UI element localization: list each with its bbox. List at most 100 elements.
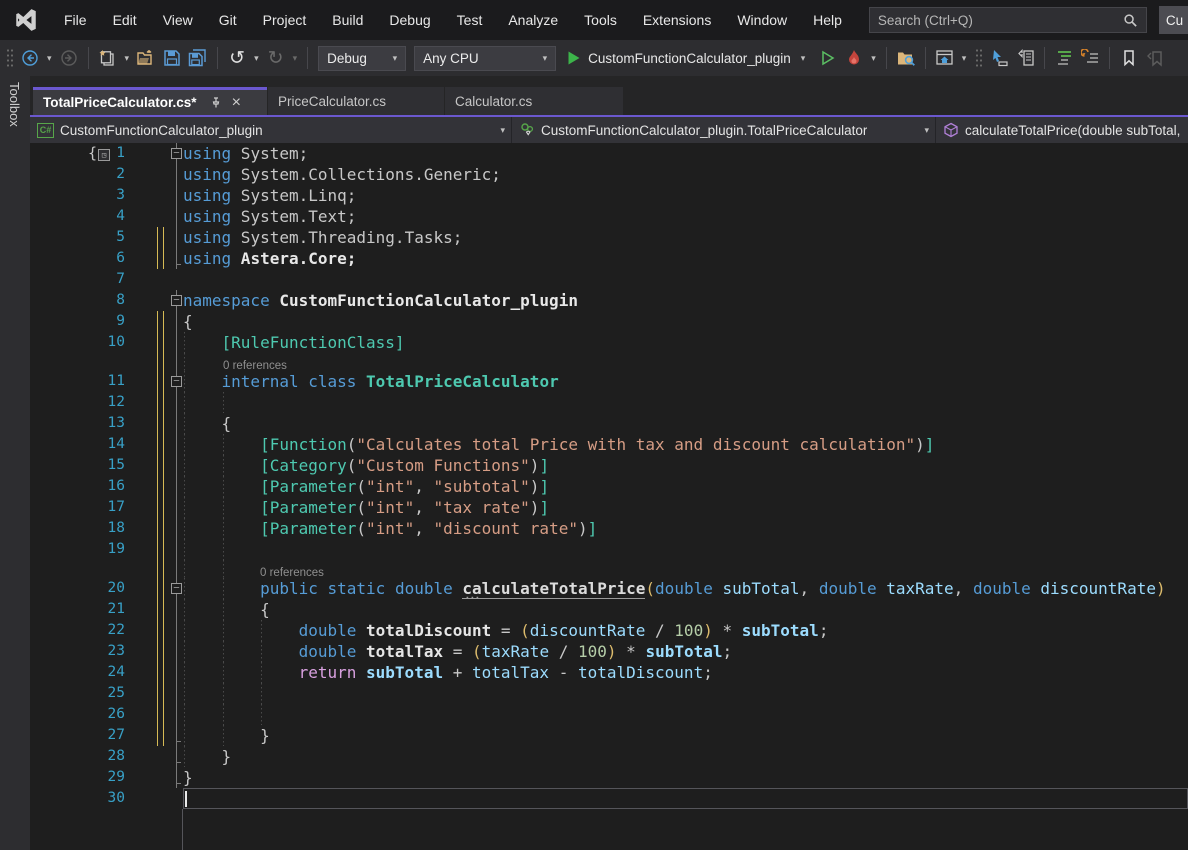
outlining-margin[interactable] [167,185,183,206]
new-item-button[interactable] [96,45,120,71]
format-document-button[interactable] [1052,45,1076,71]
collapse-region-icon[interactable]: – [171,148,182,159]
quick-search-box[interactable]: Search (Ctrl+Q) [869,7,1147,33]
outlining-margin[interactable]: – [167,578,183,599]
code-line[interactable]: 22 double totalDiscount = (discountRate … [30,620,1188,641]
menu-item-extensions[interactable]: Extensions [630,0,724,40]
outlining-margin[interactable] [167,269,183,290]
code-line[interactable]: 21 { [30,599,1188,620]
code-line[interactable]: 27 } [30,725,1188,746]
line-number[interactable]: 7 [30,269,133,290]
line-number[interactable]: 9 [30,311,133,332]
solution-name-chip[interactable]: Cu [1159,6,1188,34]
line-number[interactable]: 18 [30,518,133,539]
collapse-region-icon[interactable]: – [171,376,182,387]
code-line[interactable]: 26 [30,704,1188,725]
code-line[interactable]: 2using System.Collections.Generic; [30,164,1188,185]
outlining-margin[interactable] [167,539,183,560]
line-number[interactable]: 16 [30,476,133,497]
code-line[interactable]: 19 [30,539,1188,560]
code-line[interactable]: 13 { [30,413,1188,434]
outlining-margin[interactable] [167,620,183,641]
code-line[interactable]: 28 } [30,746,1188,767]
line-number[interactable]: 27 [30,725,133,746]
code-line[interactable]: 5using System.Threading.Tasks; [30,227,1188,248]
toolbar-grip-handle[interactable] [974,47,982,69]
line-number[interactable]: 24 [30,662,133,683]
solution-configuration-dropdown[interactable]: Debug ▾ [318,46,406,71]
code-line[interactable]: 1–using System; [30,143,1188,164]
code-line[interactable]: 20– public static double calculateTotalP… [30,578,1188,599]
code-line[interactable]: 23 double totalTax = (taxRate / 100) * s… [30,641,1188,662]
code-line[interactable]: 14 [Function("Calculates total Price wit… [30,434,1188,455]
outlining-margin[interactable]: – [167,290,183,311]
outlining-margin[interactable] [167,725,183,746]
type-dropdown[interactable]: CustomFunctionCalculator_plugin.TotalPri… [512,117,936,143]
collapse-region-icon[interactable]: – [171,583,182,594]
outlining-margin[interactable] [167,248,183,269]
line-number[interactable]: 17 [30,497,133,518]
code-line[interactable]: 24 return subTotal + totalTax - totalDis… [30,662,1188,683]
code-line[interactable]: 3using System.Linq; [30,185,1188,206]
outlining-margin[interactable]: – [167,371,183,392]
outlining-margin[interactable] [167,206,183,227]
line-number[interactable]: 13 [30,413,133,434]
new-item-dropdown-caret[interactable]: ▾ [122,53,133,64]
find-in-files-button[interactable] [894,45,918,71]
navigate-back-dropdown-caret[interactable]: ▾ [44,53,55,64]
outlining-margin[interactable] [167,746,183,767]
menu-item-edit[interactable]: Edit [100,0,150,40]
navigate-forward-button-disabled[interactable] [57,45,81,71]
outlining-margin[interactable] [167,599,183,620]
line-number[interactable]: 29 [30,767,133,788]
start-debugging-button[interactable]: CustomFunctionCalculator_plugin ▾ [561,45,814,71]
search-icon[interactable] [1123,13,1138,28]
hot-reload-dropdown-caret[interactable]: ▾ [868,53,879,64]
code-line[interactable]: 16 [Parameter("int", "subtotal")] [30,476,1188,497]
menu-item-test[interactable]: Test [444,0,496,40]
sync-with-active-document-button[interactable] [987,45,1011,71]
outlining-margin[interactable] [167,518,183,539]
outlining-margin[interactable] [167,332,183,353]
menu-item-debug[interactable]: Debug [376,0,443,40]
menu-item-file[interactable]: File [51,0,100,40]
code-line[interactable]: 4using System.Text; [30,206,1188,227]
solution-platform-dropdown[interactable]: Any CPU ▾ [414,46,556,71]
line-number[interactable]: 25 [30,683,133,704]
outlining-margin[interactable] [167,455,183,476]
code-line[interactable]: 10 [RuleFunctionClass] [30,332,1188,353]
codelens-row[interactable]: 0 references [30,353,1188,371]
menu-item-help[interactable]: Help [800,0,855,40]
code-line[interactable]: 15 [Category("Custom Functions")] [30,455,1188,476]
outlining-margin[interactable] [167,392,183,413]
solution-explorer-dropdown-caret[interactable]: ▾ [959,53,970,64]
line-number[interactable]: 19 [30,539,133,560]
line-number[interactable]: 21 [30,599,133,620]
code-line[interactable]: 9{ [30,311,1188,332]
code-line[interactable]: 8–namespace CustomFunctionCalculator_plu… [30,290,1188,311]
menu-item-analyze[interactable]: Analyze [495,0,571,40]
code-line[interactable]: 17 [Parameter("int", "tax rate")] [30,497,1188,518]
solution-explorer-home-button[interactable] [933,45,957,71]
code-line[interactable]: 11– internal class TotalPriceCalculator [30,371,1188,392]
line-number[interactable]: 15 [30,455,133,476]
document-tab[interactable]: TotalPriceCalculator.cs*× [33,87,267,115]
undo-dropdown-caret[interactable]: ▾ [251,53,262,64]
outlining-margin[interactable] [167,704,183,725]
line-number[interactable] [30,353,133,371]
menu-item-build[interactable]: Build [319,0,376,40]
save-button[interactable] [160,45,184,71]
close-tab-icon[interactable]: × [232,95,241,111]
outlining-margin[interactable] [167,164,183,185]
line-number[interactable]: 3 [30,185,133,206]
toggle-bookmark-button[interactable] [1117,45,1141,71]
line-number[interactable]: 4 [30,206,133,227]
menu-item-view[interactable]: View [150,0,206,40]
toolbar-grip-handle[interactable] [5,47,13,69]
save-all-button[interactable] [186,45,210,71]
line-number[interactable]: 10 [30,332,133,353]
code-line[interactable]: 29} [30,767,1188,788]
pin-tab-icon[interactable] [209,96,222,109]
redo-button-disabled[interactable]: ↻ [264,45,288,71]
code-line[interactable]: 6using Astera.Core; [30,248,1188,269]
